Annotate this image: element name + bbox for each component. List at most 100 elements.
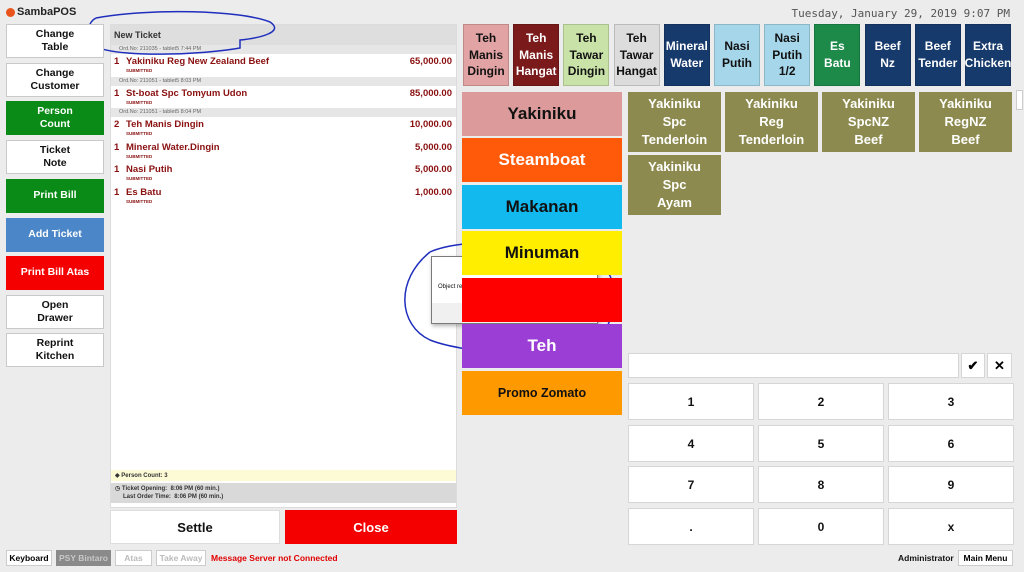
product-tile-beef-tender[interactable]: Beef Tender xyxy=(914,24,961,86)
order-meta-line: Ord.No: 211051 - tablet5 8:03 PM xyxy=(111,76,456,86)
item-qty: 1 xyxy=(114,87,120,99)
category-minuman[interactable]: Minuman xyxy=(462,231,622,275)
sub-product-yakiniku-spc-ayam[interactable]: Yakiniku Spc Ayam xyxy=(628,155,721,215)
app-logo: SambaPOS xyxy=(6,6,76,18)
numpad-key-x[interactable]: x xyxy=(888,508,1014,545)
item-name: Nasi Putih xyxy=(126,164,173,175)
sub-product-yakiniku-spc-tenderloin[interactable]: Yakiniku Spc Tenderloin xyxy=(628,92,721,152)
order-meta-line: Ord.No: 211051 - tablet5 8:04 PM xyxy=(111,108,456,117)
clock-icon: ◷ xyxy=(115,486,121,492)
product-tile-teh-manis-dingin[interactable]: Teh Manis Dingin xyxy=(463,24,509,86)
take-away-button[interactable]: Take Away xyxy=(156,550,206,566)
sub-product-yakiniku-reg-tenderloin[interactable]: Yakiniku Reg Tenderloin xyxy=(725,92,818,152)
sub-product-yakiniku-regnz-beef[interactable]: Yakiniku RegNZ Beef xyxy=(919,92,1012,152)
item-status: SUBMITTED xyxy=(126,153,153,159)
numpad-key-1[interactable]: 1 xyxy=(628,383,754,420)
item-status: SUBMITTED xyxy=(126,68,153,73)
last-order-value: 8:06 PM (60 min.) xyxy=(174,494,224,500)
left-button-ticket-note[interactable]: Ticket Note xyxy=(6,140,104,174)
keyboard-button[interactable]: Keyboard xyxy=(6,550,52,566)
sambapos-window: SambaPOS Tuesday, January 29, 2019 9:07 … xyxy=(0,0,1024,572)
numpad-input[interactable] xyxy=(628,353,959,378)
item-name: Teh Manis Dingin xyxy=(126,119,204,130)
numpad-key-9[interactable]: 9 xyxy=(888,466,1014,503)
ticket-item-row[interactable]: 2 Teh Manis Dingin 10,000.00 SUBMITTED xyxy=(111,117,456,137)
sub-product-yakiniku-spcnz-beef[interactable]: Yakiniku SpcNZ Beef xyxy=(822,92,915,152)
numpad-key-5[interactable]: 5 xyxy=(758,425,884,462)
close-button[interactable]: Close xyxy=(285,510,457,544)
item-name: St-boat Spc Tomyum Udon xyxy=(126,87,248,99)
ticket-opening-value: 8:06 PM (60 min.) xyxy=(170,486,220,492)
product-tile-extra-chicken[interactable]: Extra Chicken xyxy=(965,24,1011,86)
item-name: Mineral Water.Dingin xyxy=(126,141,220,153)
left-button-print-bill-atas[interactable]: Print Bill Atas xyxy=(6,256,104,290)
numpad-key-4[interactable]: 4 xyxy=(628,425,754,462)
category-steamboat[interactable]: Steamboat xyxy=(462,138,622,182)
category-makanan[interactable]: Makanan xyxy=(462,185,622,229)
person-count-label: Person Count: 3 xyxy=(121,473,168,479)
user-label: Administrator xyxy=(898,553,954,563)
ticket-panel: New Ticket Ord.No: 211035 - tablet5 7:44… xyxy=(110,24,457,508)
item-qty: 1 xyxy=(114,186,120,198)
last-order-row: Last Order Time: 8:06 PM (60 min.) xyxy=(115,494,452,503)
settle-button[interactable]: Settle xyxy=(110,510,280,544)
server-status-message: Message Server not Connected xyxy=(211,553,338,563)
item-status: SUBMITTED xyxy=(126,198,153,204)
order-meta-line: Ord.No: 211035 - tablet5 7:44 PM xyxy=(111,45,456,54)
numpad-key-0[interactable]: 0 xyxy=(758,508,884,545)
category-yakiniku[interactable]: Yakiniku xyxy=(462,92,622,136)
category-teh[interactable]: Teh xyxy=(462,324,622,368)
confirm-icon[interactable]: ✔ xyxy=(961,353,985,378)
item-price: 5,000.00 xyxy=(415,164,452,175)
ticket-item-row[interactable]: 1 Yakiniku Reg New Zealand Beef 65,000.00 S… xyxy=(111,54,456,74)
clear-icon[interactable]: ✕ xyxy=(987,353,1012,378)
product-tile-nasi-putih[interactable]: Nasi Putih xyxy=(714,24,760,86)
ticket-opening-row: ◷ Ticket Opening: 8:06 PM (60 min.) xyxy=(115,485,452,494)
category-unlabeled[interactable] xyxy=(462,278,622,322)
category-promo-zomato[interactable]: Promo Zomato xyxy=(462,371,622,415)
terminal-button[interactable]: PSY Bintaro xyxy=(56,550,111,566)
product-tile-teh-tawar-dingin[interactable]: Teh Tawar Dingin xyxy=(563,24,610,86)
item-name: Yakiniku Reg New Zealand Beef xyxy=(126,56,270,67)
product-tile-teh-manis-hangat[interactable]: Teh Manis Hangat xyxy=(513,24,560,86)
left-button-change-table[interactable]: Change Table xyxy=(6,24,104,58)
datetime-display: Tuesday, January 29, 2019 9:07 PM xyxy=(791,7,1010,20)
item-status: SUBMITTED xyxy=(126,176,153,181)
item-price: 5,000.00 xyxy=(415,141,452,153)
left-button-open-drawer[interactable]: Open Drawer xyxy=(6,295,104,329)
numpad-key-8[interactable]: 8 xyxy=(758,466,884,503)
ticket-item-row[interactable]: 1 Mineral Water.Dingin 5,000.00 SUBMITTED xyxy=(111,140,456,160)
left-button-print-bill[interactable]: Print Bill xyxy=(6,179,104,213)
item-price: 1,000.00 xyxy=(415,186,452,198)
item-price: 85,000.00 xyxy=(409,87,452,99)
numpad-key-3[interactable]: 3 xyxy=(888,383,1014,420)
left-button-person-count[interactable]: Person Count xyxy=(6,101,104,135)
person-count-icon: ◆ xyxy=(115,473,120,479)
ticket-title: New Ticket xyxy=(111,25,456,45)
numpad-key-2[interactable]: 2 xyxy=(758,383,884,420)
item-status: SUBMITTED xyxy=(126,131,153,136)
product-tile-beef-nz[interactable]: Beef Nz xyxy=(864,24,911,86)
item-price: 10,000.00 xyxy=(409,119,452,130)
item-qty: 2 xyxy=(114,119,120,130)
product-tile-teh-tawar-hangat[interactable]: Teh Tawar Hangat xyxy=(613,24,660,86)
main-menu-button[interactable]: Main Menu xyxy=(958,550,1013,566)
left-button-change-customer[interactable]: Change Customer xyxy=(6,63,104,97)
numpad-key-7[interactable]: 7 xyxy=(628,466,754,503)
logo-icon xyxy=(6,7,15,17)
left-button-reprint-kitchen[interactable]: Reprint Kitchen xyxy=(6,333,104,367)
ticket-item-row[interactable]: 1 Es Batu 1,000.00 SUBMITTED xyxy=(111,185,456,205)
item-qty: 1 xyxy=(114,164,120,175)
ticket-item-row[interactable]: 1 Nasi Putih 5,000.00 SUBMITTED xyxy=(111,162,456,182)
product-scrollbar[interactable] xyxy=(1016,90,1023,110)
product-tile-mineral-water[interactable]: Mineral Water xyxy=(663,24,710,86)
ticket-item-row[interactable]: 1 St-boat Spc Tomyum Udon 85,000.00 SUBMITT… xyxy=(111,86,456,106)
left-button-add-ticket[interactable]: Add Ticket xyxy=(6,218,104,252)
product-tile-es-batu[interactable]: Es Batu xyxy=(814,24,861,86)
product-tile-nasi-putih-1-2[interactable]: Nasi Putih 1/2 xyxy=(764,24,811,86)
atas-button[interactable]: Atas xyxy=(115,550,152,566)
numpad-key-6[interactable]: 6 xyxy=(888,425,1014,462)
item-qty: 1 xyxy=(114,141,120,153)
numpad-key-dot[interactable]: . xyxy=(628,508,754,545)
ticket-times: ◷ Ticket Opening: 8:06 PM (60 min.) Last… xyxy=(111,483,456,503)
